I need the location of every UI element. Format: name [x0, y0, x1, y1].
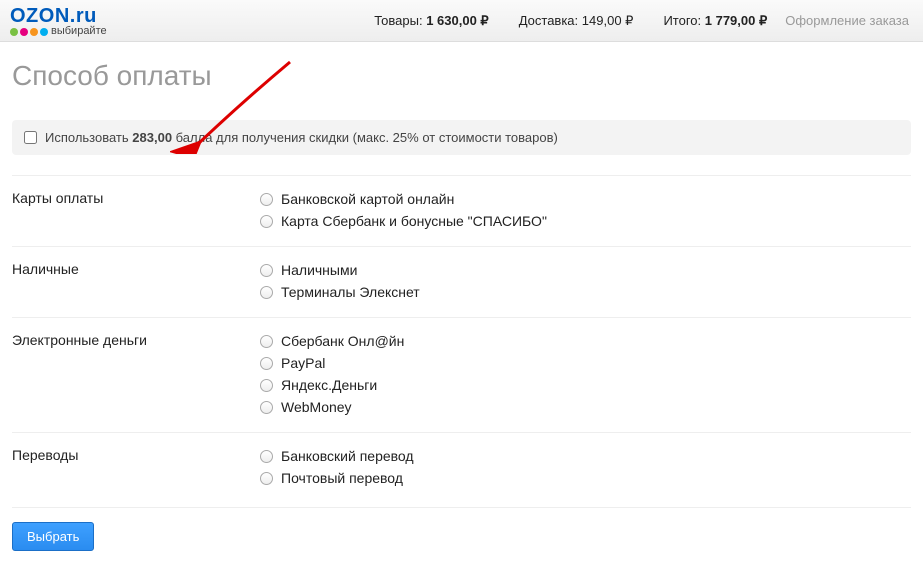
- radio-icon[interactable]: [260, 335, 273, 348]
- summary-delivery: Доставка: 149,00 ₽: [519, 13, 634, 29]
- payment-group: Наличные Наличными Терминалы Элекснет: [12, 246, 911, 317]
- promo-points-box: Использовать 283,00 балла для получения …: [12, 120, 911, 155]
- payment-option[interactable]: Карта Сбербанк и бонусные "СПАСИБО": [260, 210, 911, 232]
- summary-total-label: Итого:: [663, 13, 701, 28]
- payment-option[interactable]: Сбербанк Онл@йн: [260, 330, 911, 352]
- summary-goods-value: 1 630,00 ₽: [426, 13, 489, 28]
- payment-option-label: Яндекс.Деньги: [281, 377, 377, 393]
- payment-option[interactable]: Почтовый перевод: [260, 467, 911, 489]
- radio-icon[interactable]: [260, 357, 273, 370]
- payment-options: Сбербанк Онл@йн PayPal Яндекс.Деньги WebMon…: [260, 330, 911, 418]
- site-logo[interactable]: OZON.ru выбирайте: [0, 4, 117, 37]
- radio-icon[interactable]: [260, 286, 273, 299]
- payment-option[interactable]: Терминалы Элекснет: [260, 281, 911, 303]
- payment-option-label: Терминалы Элекснет: [281, 284, 420, 300]
- logo-dots-icon: [10, 27, 48, 36]
- payment-option-label: Карта Сбербанк и бонусные "СПАСИБО": [281, 213, 547, 229]
- payment-option-label: WebMoney: [281, 399, 352, 415]
- radio-icon[interactable]: [260, 472, 273, 485]
- logo-tagline: выбирайте: [51, 25, 107, 37]
- summary-goods-label: Товары:: [374, 13, 422, 28]
- submit-row: Выбрать: [12, 507, 911, 551]
- radio-icon[interactable]: [260, 401, 273, 414]
- summary-delivery-value: 149,00 ₽: [582, 13, 634, 28]
- radio-icon[interactable]: [260, 264, 273, 277]
- header-bar: OZON.ru выбирайте Товары: 1 630,00 ₽ Дос…: [0, 0, 923, 42]
- payment-option-label: Наличными: [281, 262, 357, 278]
- summary-total: Итого: 1 779,00 ₽: [663, 13, 767, 29]
- payment-option[interactable]: Яндекс.Деньги: [260, 374, 911, 396]
- payment-group: Переводы Банковский перевод Почтовый перев…: [12, 432, 911, 503]
- payment-option-label: Банковский перевод: [281, 448, 414, 464]
- radio-icon[interactable]: [260, 215, 273, 228]
- summary-total-value: 1 779,00 ₽: [705, 13, 768, 28]
- payment-group: Карты оплаты Банковской картой онлайн Карт…: [12, 175, 911, 246]
- summary-delivery-label: Доставка:: [519, 13, 578, 28]
- payment-group-label: Переводы: [12, 445, 260, 489]
- payment-options: Наличными Терминалы Элекснет: [260, 259, 911, 303]
- payment-option[interactable]: Банковской картой онлайн: [260, 188, 911, 210]
- content-area: Способ оплаты Использовать 283,00 балла …: [0, 42, 923, 571]
- payment-option[interactable]: WebMoney: [260, 396, 911, 418]
- promo-checkbox[interactable]: [24, 131, 37, 144]
- payment-options: Банковской картой онлайн Карта Сбербанк и…: [260, 188, 911, 232]
- radio-icon[interactable]: [260, 193, 273, 206]
- payment-option-label: Почтовый перевод: [281, 470, 403, 486]
- submit-button[interactable]: Выбрать: [12, 522, 94, 551]
- payment-option[interactable]: Наличными: [260, 259, 911, 281]
- payment-option[interactable]: PayPal: [260, 352, 911, 374]
- payment-option[interactable]: Банковский перевод: [260, 445, 911, 467]
- payment-option-label: Сбербанк Онл@йн: [281, 333, 404, 349]
- radio-icon[interactable]: [260, 450, 273, 463]
- payment-group-label: Электронные деньги: [12, 330, 260, 418]
- payment-group-label: Наличные: [12, 259, 260, 303]
- payment-group-label: Карты оплаты: [12, 188, 260, 232]
- payment-group: Электронные деньги Сбербанк Онл@йн PayPal Я…: [12, 317, 911, 432]
- payment-options: Банковский перевод Почтовый перевод: [260, 445, 911, 489]
- payment-option-label: PayPal: [281, 355, 325, 371]
- breadcrumb: Оформление заказа: [785, 13, 909, 28]
- page-title: Способ оплаты: [12, 60, 911, 92]
- payment-option-label: Банковской картой онлайн: [281, 191, 454, 207]
- logo-subline: выбирайте: [10, 25, 107, 37]
- summary-goods: Товары: 1 630,00 ₽: [374, 13, 488, 29]
- promo-label[interactable]: Использовать 283,00 балла для получения …: [45, 130, 558, 145]
- logo-text: OZON.ru: [10, 7, 97, 25]
- radio-icon[interactable]: [260, 379, 273, 392]
